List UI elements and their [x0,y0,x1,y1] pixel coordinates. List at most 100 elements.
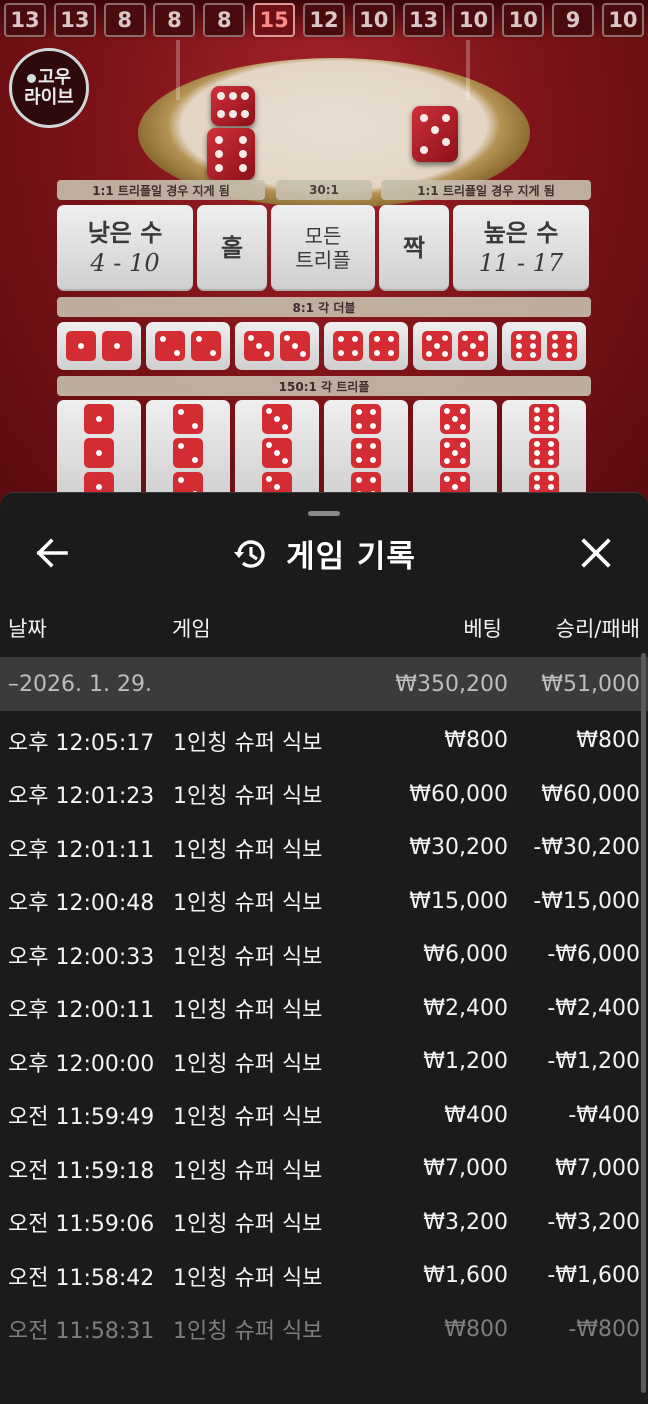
date-group-row[interactable]: –2026. 1. 29. ₩350,200 ₩51,000 [0,657,648,711]
die-3d [211,86,255,126]
row-bet: ₩6,000 [423,942,508,968]
row-time: 오전 11:58:31 [8,1319,155,1345]
die-face-1-icon [84,404,114,434]
die-face-4-icon [351,438,381,468]
dome-highlight [176,40,180,100]
history-result: 8 [203,3,246,37]
bet-double-3[interactable] [235,322,319,370]
bet-small[interactable]: 낮은 수 4 - 10 [57,205,193,291]
bet-triple-1[interactable] [57,400,141,502]
row-time: 오후 12:01:11 [8,837,155,863]
row-bet: ₩1,200 [423,1049,508,1075]
row-bet: ₩15,000 [409,888,508,914]
brand-logo: 고우 라이브 [9,48,89,128]
history-result: 10 [352,3,395,37]
die-face-5-icon [422,331,452,361]
logo-line1: 고우 [27,68,71,88]
row-time: 오후 12:00:11 [8,998,155,1024]
result-history-strip: 13 13 8 8 8 15 12 10 13 10 10 9 10 [0,0,648,42]
bet-triple-6[interactable] [502,400,586,502]
bet-triple-4[interactable] [324,400,408,502]
history-row[interactable]: 오후 12:01:11 1인칭 슈퍼 식보 ₩30,200 -₩30,200 [0,821,648,875]
history-row[interactable]: 오후 12:00:48 1인칭 슈퍼 식보 ₩15,000 -₩15,000 [0,875,648,929]
row-time: 오전 11:59:18 [8,1158,155,1184]
row-bet: ₩800 [444,1316,508,1342]
bet-big[interactable]: 높은 수 11 - 17 [453,205,589,291]
bet-double-1[interactable] [57,322,141,370]
bet-any-triple[interactable]: 모든 트리플 [271,205,375,291]
bet-double-6[interactable] [502,322,586,370]
row-time: 오후 12:05:17 [8,730,155,756]
bet-any-triple-line2: 트리플 [295,248,351,272]
column-header-win-loss: 승리/패배 [555,617,640,641]
history-result: 15 [253,3,296,37]
scrollbar[interactable] [641,653,646,1393]
close-button[interactable] [574,531,618,575]
bet-double-4[interactable] [324,322,408,370]
row-time: 오전 11:59:49 [8,1105,155,1131]
row-time: 오후 12:00:00 [8,1051,155,1077]
die-face-4-icon [369,331,399,361]
row-time: 오후 12:00:48 [8,891,155,917]
row-time: 오후 12:00:33 [8,944,155,970]
row-win-loss: -₩2,400 [547,995,640,1021]
history-row[interactable]: 오전 11:58:31 1인칭 슈퍼 식보 ₩800 -₩800 [0,1303,648,1357]
bet-triple-3[interactable] [235,400,319,502]
history-row[interactable]: 오전 11:58:42 1인칭 슈퍼 식보 ₩1,600 -₩1,600 [0,1249,648,1303]
die-face-1-icon [84,438,114,468]
die-face-6-icon [529,438,559,468]
history-row[interactable]: 오후 12:00:33 1인칭 슈퍼 식보 ₩6,000 -₩6,000 [0,928,648,982]
column-header-date: 날짜 [8,617,47,641]
history-result: 10 [601,3,644,37]
die-face-3-icon [244,331,274,361]
history-row[interactable]: 오후 12:05:17 1인칭 슈퍼 식보 ₩800 ₩800 [0,714,648,768]
close-icon [581,538,611,568]
history-list: 오후 12:05:17 1인칭 슈퍼 식보 ₩800 ₩800 오후 12:01:23 1… [0,714,648,1356]
history-row[interactable]: 오전 11:59:06 1인칭 슈퍼 식보 ₩3,200 -₩3,200 [0,1196,648,1250]
history-row[interactable]: 오후 12:00:00 1인칭 슈퍼 식보 ₩1,200 -₩1,200 [0,1035,648,1089]
row-bet: ₩3,200 [423,1209,508,1235]
bet-double-5[interactable] [413,322,497,370]
die-3d [412,106,458,162]
row-time: 오후 12:01:23 [8,784,155,810]
logo-line2: 라이브 [24,87,74,108]
row-win-loss: -₩30,200 [533,835,640,861]
bet-triple-2[interactable] [146,400,230,502]
bet-double-2[interactable] [146,322,230,370]
date-group-bet-total: ₩350,200 [395,671,508,697]
game-table-background: 13 13 8 8 8 15 12 10 13 10 10 9 10 고우 라이브 1:1 트리플일 경… [0,0,648,520]
column-header-bet: 베팅 [463,617,502,641]
history-row[interactable]: 오후 12:01:23 1인칭 슈퍼 식보 ₩60,000 ₩60,000 [0,768,648,822]
die-face-3-icon [262,404,292,434]
row-win-loss: -₩6,000 [547,942,640,968]
die-face-2-icon [191,331,221,361]
row-game: 1인칭 슈퍼 식보 [173,944,323,970]
die-face-4-icon [351,404,381,434]
row-game: 1인칭 슈퍼 식보 [173,1051,323,1077]
drag-handle[interactable] [308,511,340,516]
die-face-5-icon [458,331,488,361]
bet-triple-5[interactable] [413,400,497,502]
row-bet: ₩2,400 [423,995,508,1021]
row-time: 오전 11:59:06 [8,1212,155,1238]
bet-even[interactable]: 짝 [379,205,449,291]
history-row[interactable]: 오후 12:00:11 1인칭 슈퍼 식보 ₩2,400 -₩2,400 [0,982,648,1036]
row-win-loss: -₩1,600 [547,1263,640,1289]
sheet-header: 게임 기록 [0,523,648,583]
history-row[interactable]: 오전 11:59:18 1인칭 슈퍼 식보 ₩7,000 ₩7,000 [0,1142,648,1196]
die-3d [207,128,255,180]
row-game: 1인칭 슈퍼 식보 [173,1265,323,1291]
history-result: 13 [4,3,46,37]
bet-odd[interactable]: 홀 [197,205,267,291]
row-bet: ₩800 [444,728,508,754]
row-game: 1인칭 슈퍼 식보 [173,1212,323,1238]
low-odds-label: 1:1 트리플일 경우 지게 됨 [57,180,265,200]
column-header-game: 게임 [172,617,211,641]
die-face-6-icon [547,331,577,361]
history-result: 9 [552,3,595,37]
dome-highlight [466,40,470,100]
die-face-1-icon [66,331,96,361]
history-row[interactable]: 오전 11:59:49 1인칭 슈퍼 식보 ₩400 -₩400 [0,1089,648,1143]
die-face-3-icon [280,331,310,361]
die-face-5-icon [440,404,470,434]
